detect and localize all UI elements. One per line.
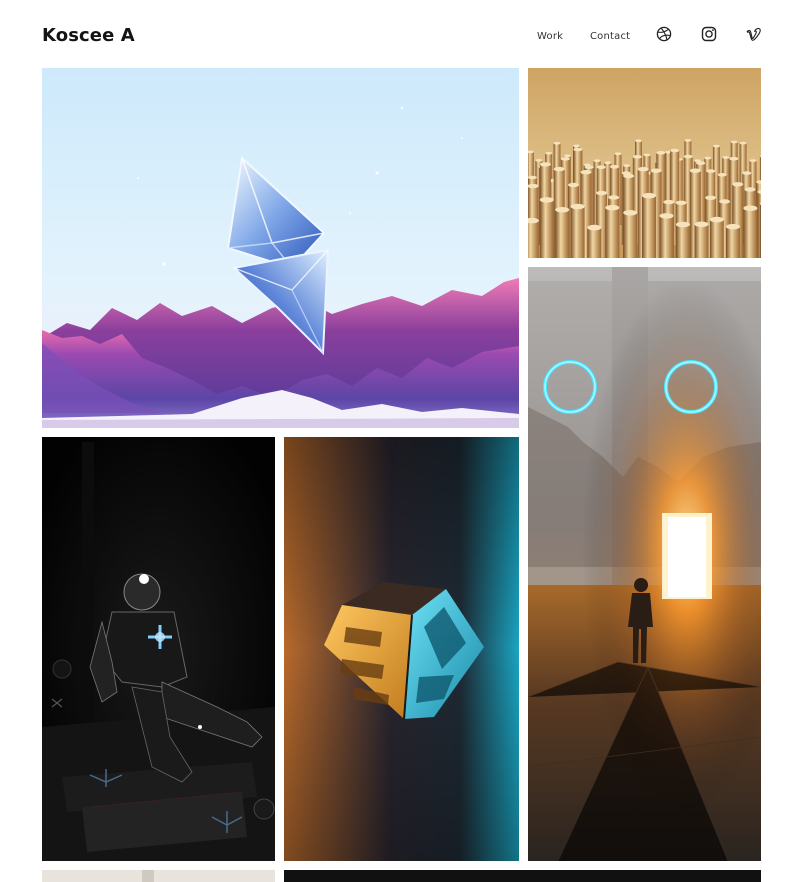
gallery-item-portal-astronaut[interactable] — [528, 267, 761, 861]
site-title[interactable]: Koscee A — [42, 25, 135, 46]
nav-link-contact[interactable]: Contact — [590, 31, 630, 42]
cylinder-top — [712, 144, 720, 148]
cylinder-top — [608, 195, 620, 200]
cylinder-top — [553, 166, 565, 172]
cylinder-shape — [539, 199, 554, 258]
dribbble-icon[interactable] — [656, 26, 672, 42]
nav-link-work[interactable]: Work — [537, 31, 563, 42]
cylinder-top — [545, 151, 553, 155]
cylinder-top — [643, 153, 651, 157]
cylinder-top — [739, 141, 747, 145]
cylinder-top — [604, 161, 612, 165]
cylinder-top — [560, 157, 570, 161]
cylinder-top — [596, 165, 606, 169]
cylinder-top — [726, 223, 740, 230]
cylinder-shape — [659, 215, 674, 258]
cylinder-top — [623, 210, 638, 216]
cylinder-top — [605, 204, 620, 211]
cylinder-top — [573, 147, 583, 152]
cylinder-top — [593, 159, 601, 163]
cylinder-top — [539, 162, 551, 167]
cylinder-top — [623, 173, 635, 179]
cylinder-top — [676, 221, 690, 228]
cylinder-shape — [726, 226, 740, 258]
cylinder-shape — [623, 212, 638, 258]
cylinder-top — [744, 187, 756, 192]
cylinder-shape — [642, 195, 656, 258]
portfolio-page: Koscee A Work Contact — [0, 0, 804, 882]
cylinder-top — [614, 152, 622, 156]
cylinder-top — [706, 169, 716, 173]
floating-cube-image — [284, 437, 519, 861]
cylinder-shape — [743, 208, 758, 258]
cylinder-top — [729, 156, 739, 161]
cylinder-top — [730, 140, 738, 144]
gallery-item-dark-astronaut[interactable] — [42, 437, 275, 861]
gallery-item-crystal-ethereum[interactable] — [42, 68, 519, 428]
cylinder-top — [573, 144, 580, 148]
cylinder-top — [696, 161, 706, 165]
cylinder-shape — [570, 206, 585, 258]
cylinder-top — [642, 192, 656, 199]
cylinder-top — [683, 154, 693, 159]
cylinder-top — [709, 216, 724, 223]
gallery-item-partial-dark[interactable] — [284, 870, 761, 882]
cylinder-top — [528, 175, 537, 180]
cylinder-top — [587, 224, 602, 231]
cylinder-top — [742, 171, 752, 175]
cylinder-top — [659, 213, 674, 219]
cylinder-top — [539, 197, 554, 203]
cylinder-top — [719, 199, 731, 204]
partial-light-image — [142, 870, 154, 882]
cylinder-top — [670, 148, 680, 153]
cylinder-top — [684, 139, 692, 142]
vimeo-icon[interactable] — [746, 26, 762, 42]
cylinder-top — [610, 165, 619, 169]
cylinder-top — [528, 183, 539, 189]
crystal-ethereum-image — [42, 68, 519, 428]
cylinder-shape — [759, 203, 761, 258]
gallery-item-golden-cylinders[interactable] — [528, 68, 761, 258]
cylinder-top — [675, 200, 687, 205]
cylinder-top — [580, 170, 592, 175]
cylinder-top — [563, 154, 571, 158]
golden-cylinders-image — [528, 68, 761, 258]
cylinder-shape — [587, 227, 602, 258]
cylinder-top — [704, 156, 712, 160]
cylinder-top — [596, 190, 608, 196]
cylinder-top — [656, 151, 666, 155]
cylinder-top — [623, 164, 631, 167]
cylinder-top — [570, 203, 585, 210]
cylinder-shape — [694, 224, 709, 258]
cylinder-top — [650, 168, 662, 173]
cylinder-top — [535, 159, 543, 162]
cylinder-top — [705, 195, 717, 200]
gallery-item-floating-cube[interactable] — [284, 437, 519, 861]
cylinder-top — [722, 156, 730, 159]
instagram-icon[interactable] — [701, 26, 717, 42]
cylinder-top — [632, 155, 642, 159]
cylinder-top — [743, 205, 758, 211]
cylinder-top — [584, 165, 594, 169]
cylinder-top — [663, 199, 675, 205]
cylinder-shape — [555, 209, 570, 258]
portal-astronaut-image — [528, 267, 761, 861]
cylinder-shape — [605, 207, 620, 258]
cylinder-top — [694, 221, 709, 228]
cylinder-top — [749, 159, 757, 162]
cylinder-top — [553, 141, 561, 145]
cylinder-shape — [528, 220, 539, 258]
cylinder-top — [732, 182, 744, 187]
gallery-item-partial-light[interactable] — [42, 870, 275, 882]
dark-astronaut-image — [42, 437, 275, 861]
cylinder-top — [689, 168, 701, 173]
cylinder-top — [637, 167, 649, 172]
cylinder-shape — [676, 224, 690, 258]
cylinder-shape — [709, 219, 724, 258]
cylinder-top — [717, 173, 727, 177]
cylinder-top — [555, 207, 570, 213]
cylinder-top — [635, 139, 642, 143]
cylinder-top — [568, 182, 579, 188]
